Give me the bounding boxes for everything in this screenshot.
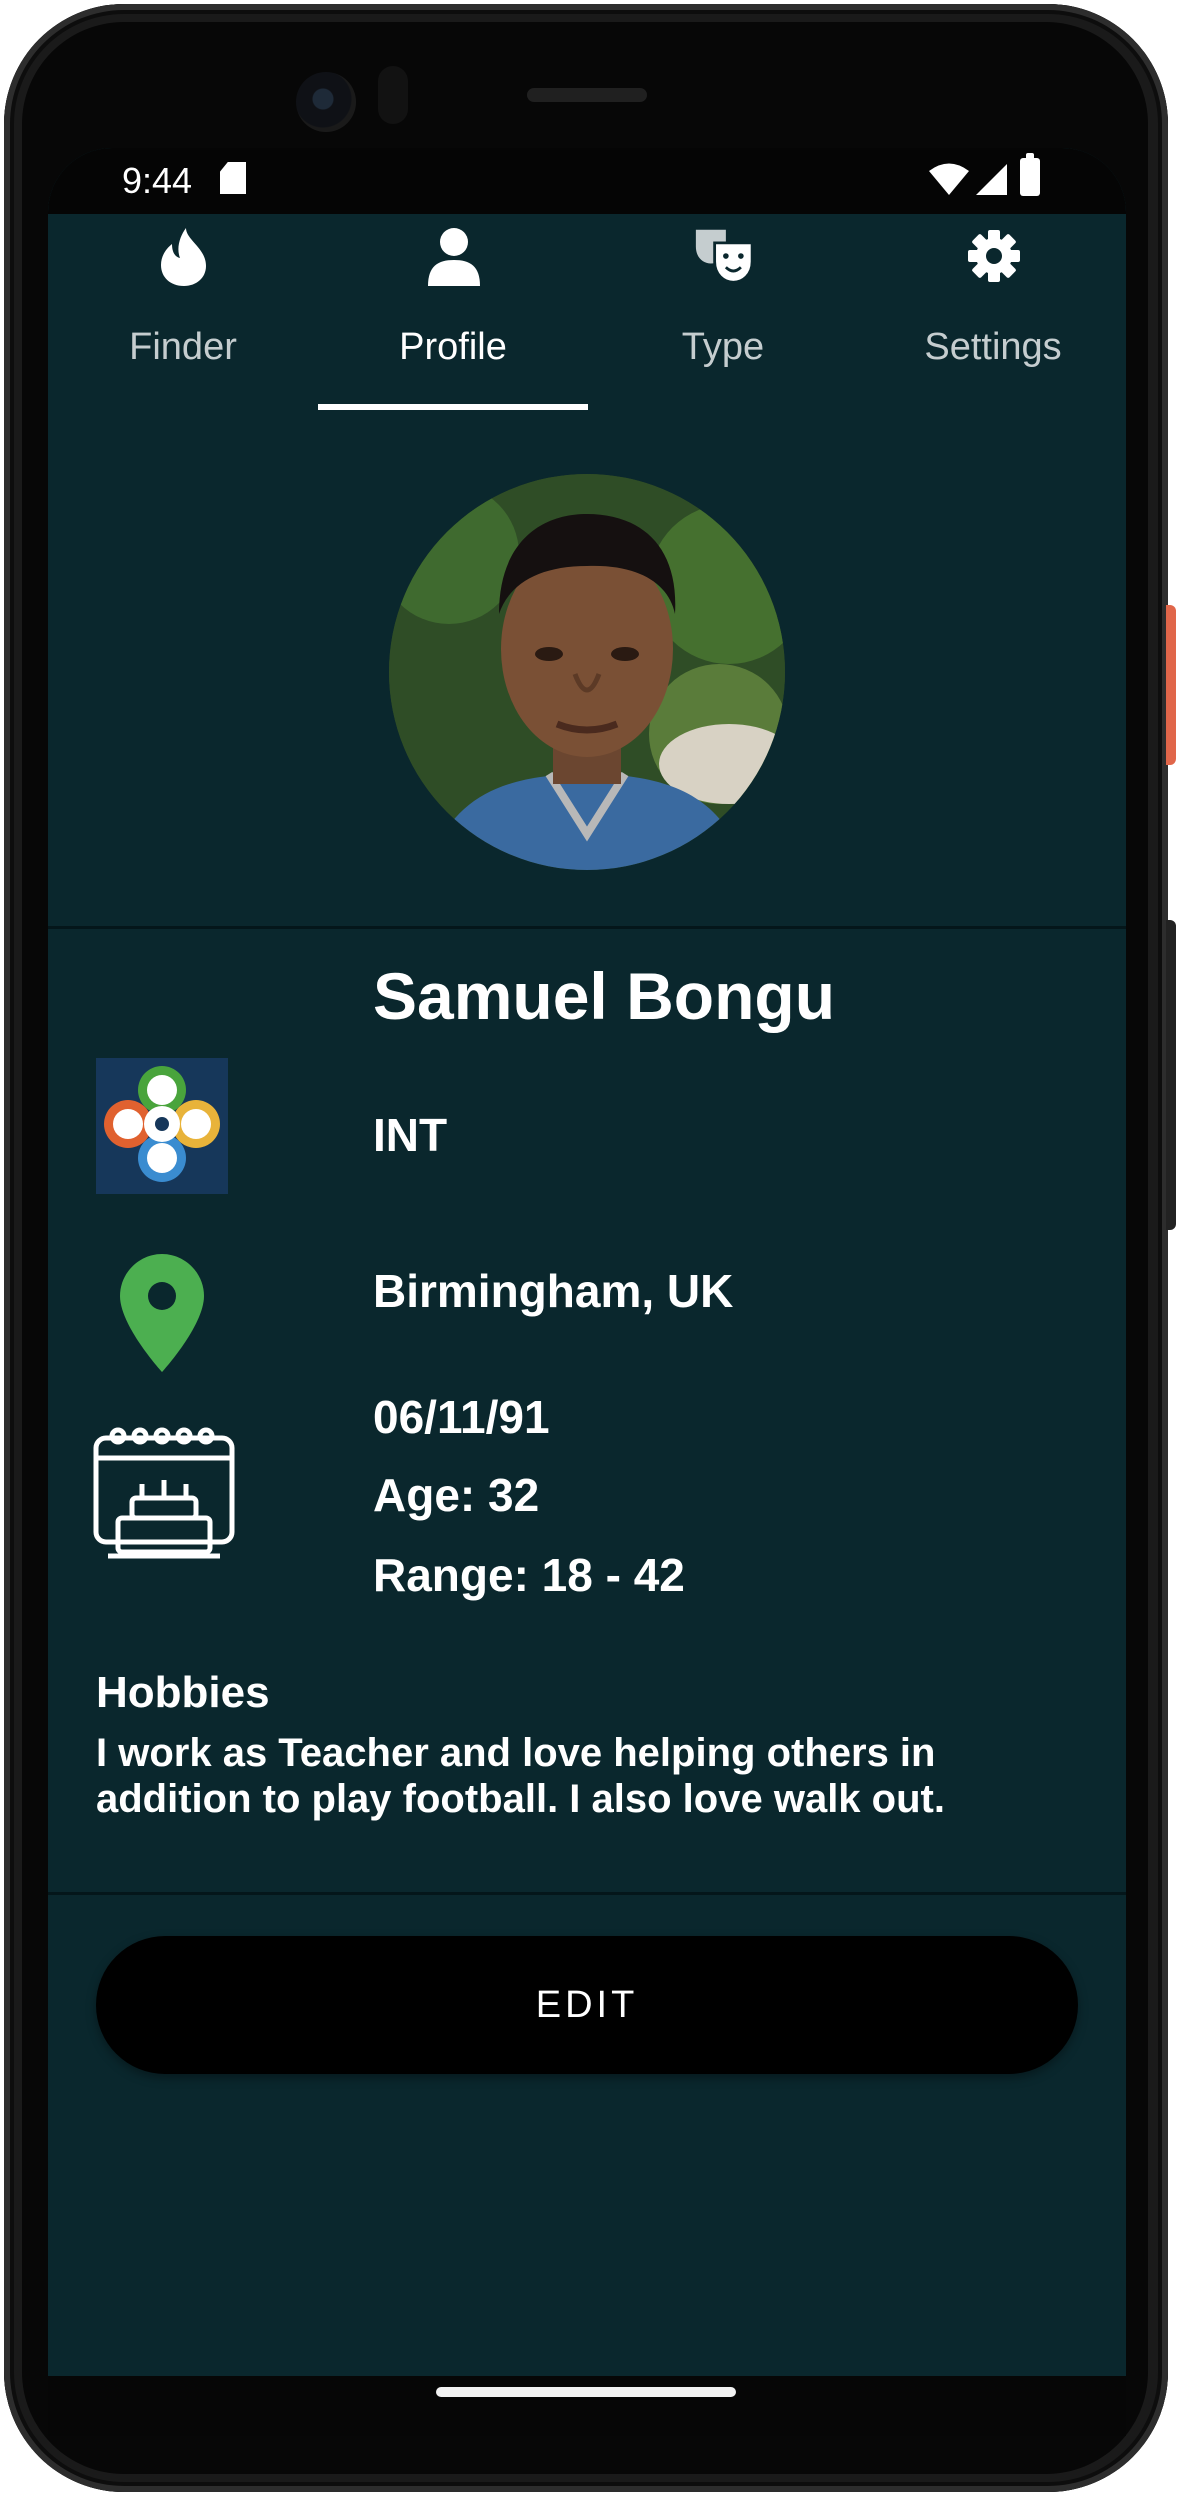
profile-avatar[interactable] xyxy=(389,474,785,870)
location-pin-icon xyxy=(120,1254,204,1372)
location-text: Birmingham, UK xyxy=(373,1265,734,1317)
volume-button xyxy=(1166,920,1176,1230)
status-bar: 9:44 xyxy=(48,148,1126,214)
tab-type-label: Type xyxy=(681,326,765,368)
earpiece-speaker xyxy=(527,88,647,102)
age-range-text: Range: 18 - 42 xyxy=(373,1549,685,1601)
wifi-icon xyxy=(929,163,969,195)
personality-type: INT xyxy=(373,1109,448,1161)
avatar-divider xyxy=(48,926,1126,929)
theater-masks-icon xyxy=(695,229,754,284)
power-button xyxy=(1166,605,1176,765)
edit-button[interactable]: EDIT xyxy=(96,1936,1078,2074)
tab-profile[interactable]: Profile xyxy=(318,214,588,414)
tab-bar: Finder Profile Type Settings xyxy=(48,214,1126,414)
tab-settings-label: Settings xyxy=(924,326,1062,368)
active-tab-indicator xyxy=(318,404,588,410)
tab-type[interactable]: Type xyxy=(588,214,858,414)
profile-name: Samuel Bongu xyxy=(373,959,836,1033)
flame-icon xyxy=(161,228,206,286)
personality-type-image xyxy=(96,1058,228,1194)
hobbies-description: I work as Teacher and love helping other… xyxy=(96,1731,945,1821)
tab-finder[interactable]: Finder xyxy=(48,214,318,414)
birthday-cake-icon xyxy=(93,1427,235,1559)
app-screen: 9:44 Finder Profile Type Settings Samuel… xyxy=(48,148,1126,2376)
front-camera xyxy=(296,72,356,132)
proximity-sensor xyxy=(378,66,408,124)
gear-icon xyxy=(968,230,1020,282)
avatar-photo xyxy=(389,474,785,870)
signal-icon xyxy=(976,164,1007,195)
status-time: 9:44 xyxy=(122,160,193,201)
age-text: Age: 32 xyxy=(373,1469,540,1521)
home-indicator[interactable] xyxy=(436,2387,736,2397)
hobbies-heading: Hobbies xyxy=(96,1668,270,1717)
personality-wheel-icon xyxy=(96,1058,228,1194)
tab-settings[interactable]: Settings xyxy=(858,214,1126,414)
tab-profile-label: Profile xyxy=(399,326,507,368)
battery-icon xyxy=(1020,153,1040,196)
tab-finder-label: Finder xyxy=(129,326,237,368)
birth-date: 06/11/91 xyxy=(373,1391,550,1443)
navigation-bar xyxy=(48,2376,1126,2436)
sd-card-icon xyxy=(220,162,246,194)
person-icon xyxy=(428,228,480,286)
hobbies-divider xyxy=(48,1892,1126,1895)
